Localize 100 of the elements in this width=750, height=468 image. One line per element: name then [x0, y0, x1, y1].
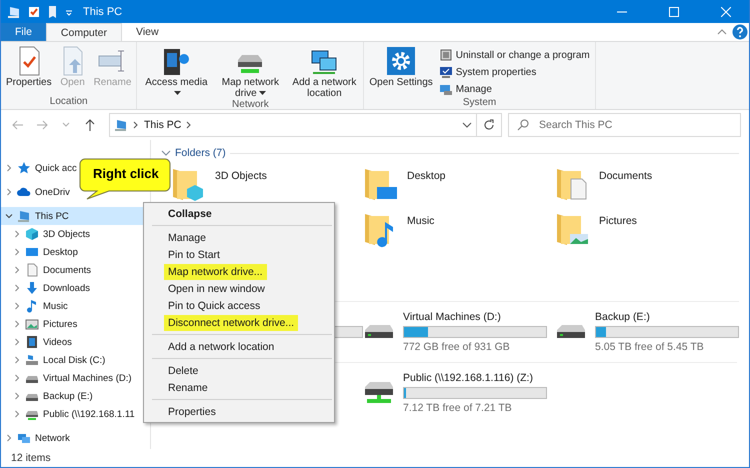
folder-item[interactable]: Documents [555, 163, 747, 208]
drive-name: Backup (E:) [595, 311, 651, 323]
status-text: 12 items [11, 452, 51, 464]
tree-item[interactable]: Public (\\192.168.1.11 [1, 405, 137, 423]
folder-item[interactable]: 3D Objects [171, 163, 363, 208]
refresh-button[interactable] [476, 113, 502, 137]
ribbon-tab[interactable]: View [122, 23, 173, 41]
folder-item[interactable]: Desktop [363, 163, 555, 208]
arrow-up-icon [85, 119, 95, 131]
ribbon-tab[interactable]: Computer [46, 23, 122, 41]
menu-item[interactable]: Pin to Quick access [144, 297, 334, 314]
free-space-text: 772 GB free of 931 GB [403, 341, 511, 353]
checkmark-icon [27, 4, 41, 18]
chevron-right-icon [13, 374, 21, 382]
film-icon [25, 335, 39, 349]
chevron-right-icon [13, 302, 21, 310]
cube-icon [25, 227, 39, 241]
tree-item[interactable]: Local Disk (C:) [1, 351, 108, 369]
menu-item[interactable]: Open in new window [144, 280, 334, 297]
tree-item[interactable]: 3D Objects [1, 225, 92, 243]
ribbon-small-button[interactable]: Uninstall or change a program [436, 47, 592, 63]
callout-text: Right click [93, 166, 159, 181]
group-label: Location [48, 96, 89, 109]
ribbon-tab[interactable]: File [1, 23, 46, 41]
menu-item[interactable]: Manage [144, 229, 334, 246]
address-bar[interactable]: This PC [109, 113, 477, 137]
chevron-right-icon [133, 121, 139, 129]
free-space-text: 7.12 TB free of 7.21 TB [403, 402, 513, 414]
menu-item[interactable]: Pin to Start [144, 246, 334, 263]
tree-item[interactable]: Network [1, 429, 72, 447]
computer-manage-icon [438, 82, 453, 96]
settings-icon [386, 45, 416, 77]
tree-item[interactable]: Pictures [1, 315, 80, 333]
star-icon [17, 161, 31, 175]
drive-item[interactable]: Public (\\192.168.1.116) (Z:) 7.12 TB free of 7.21 TB [363, 363, 555, 423]
picture-icon [25, 317, 39, 331]
chevron-right-icon [5, 188, 13, 196]
drive-item[interactable]: Backup (E:) 5.05 TB free of 5.45 TB [555, 302, 747, 362]
chevron-right-icon [13, 284, 21, 292]
system-drive-icon [25, 353, 39, 367]
chevron-right-icon [13, 356, 21, 364]
tree-item[interactable]: Documents [1, 261, 94, 279]
tree-item[interactable]: Desktop [1, 243, 80, 261]
free-space-text: 5.05 TB free of 5.45 TB [595, 341, 705, 353]
chevron-right-icon [5, 434, 13, 442]
network-icon [17, 431, 31, 445]
chevron-right-icon [13, 392, 21, 400]
search-box[interactable]: Search This PC [508, 113, 741, 137]
help-button[interactable] [731, 23, 749, 41]
close-icon [721, 6, 731, 16]
chevron-right-icon [13, 410, 21, 418]
tree-item[interactable]: Backup (E:) [1, 387, 95, 405]
chevron-up-icon [717, 27, 727, 37]
breadcrumb[interactable]: This PC [144, 119, 182, 131]
chevron-down-icon [462, 121, 472, 129]
tree-item[interactable]: Virtual Machines (D:) [1, 369, 134, 387]
arrow-left-icon [12, 120, 24, 130]
tree-item[interactable]: OneDriv [1, 183, 72, 201]
computer-icon [7, 4, 21, 18]
chevron-right-icon [186, 121, 192, 129]
chevron-right-icon [13, 266, 21, 274]
refresh-icon [483, 119, 495, 131]
ribbon-button[interactable]: Add a network location [288, 45, 360, 99]
drive-name: Public (\\192.168.1.116) (Z:) [403, 372, 534, 384]
drive-item[interactable]: Virtual Machines (D:) 772 GB free of 931 GB [363, 302, 555, 362]
chevron-down-icon [5, 212, 13, 220]
computer-icon [114, 118, 128, 132]
ribbon-button[interactable]: Map network drive [214, 45, 286, 99]
ribbon-button[interactable]: Open Settings [367, 45, 435, 88]
group-label: Network [231, 99, 270, 110]
tree-item[interactable]: Downloads [1, 279, 92, 297]
chevron-right-icon [13, 230, 21, 238]
menu-item[interactable]: Properties [144, 403, 334, 420]
ribbon-small-button[interactable]: System properties [436, 64, 592, 80]
section-header[interactable]: Folders (7) [175, 147, 226, 159]
search-icon [517, 119, 529, 131]
download-icon [25, 281, 39, 295]
computer-check-icon [438, 65, 453, 79]
document-icon [25, 263, 39, 277]
tree-item[interactable]: Music [1, 297, 70, 315]
chevron-down-icon [161, 149, 171, 157]
folder-item[interactable]: Music [363, 208, 555, 253]
ribbon-button[interactable]: Access media [140, 45, 212, 99]
group-label: System [462, 97, 498, 109]
folder-item[interactable]: Pictures [555, 208, 747, 253]
menu-item[interactable]: Delete [144, 362, 334, 379]
maximize-icon [669, 6, 679, 16]
tree-item[interactable]: Videos [1, 333, 74, 351]
chevron-right-icon [13, 320, 21, 328]
arrow-right-icon [36, 120, 48, 130]
chevron-right-icon [5, 164, 13, 172]
ribbon-button[interactable]: Properties [4, 45, 54, 88]
computer-icon [17, 209, 31, 223]
music-note-icon [25, 299, 39, 313]
menu-item[interactable]: Rename [144, 379, 334, 396]
tree-item[interactable]: Quick acc [1, 159, 79, 177]
ribbon-small-button[interactable]: Manage [436, 81, 592, 97]
menu-item[interactable]: Add a network location [144, 338, 334, 355]
program-icon [438, 48, 453, 62]
chevron-right-icon [13, 338, 21, 346]
